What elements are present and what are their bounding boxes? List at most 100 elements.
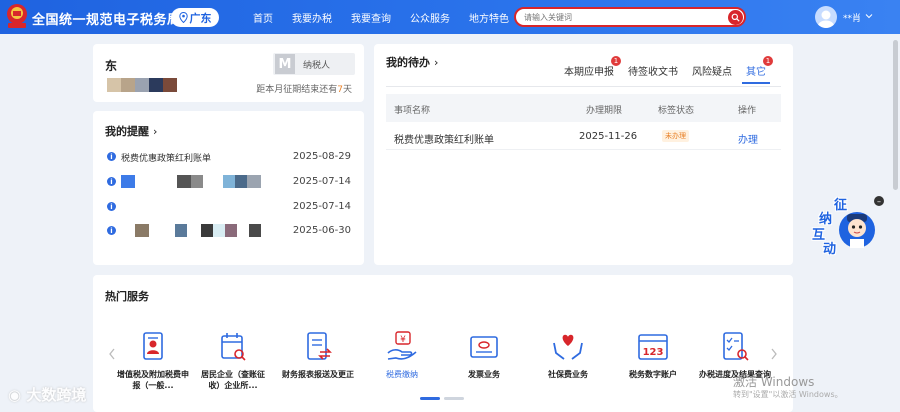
- handle-link[interactable]: 办理: [738, 131, 758, 146]
- svg-text:123: 123: [643, 347, 664, 358]
- page-scrollbar[interactable]: [893, 40, 898, 190]
- reminder-date: 2025-07-14: [292, 176, 351, 187]
- service-social-insurance[interactable]: 社保费业务: [531, 329, 605, 380]
- report-exchange-icon: [307, 332, 332, 360]
- windows-activation-hint: 转到"设置"以激活 Windows。: [733, 390, 843, 399]
- col-deadline: 办理期限: [586, 106, 623, 116]
- col-action: 操作: [738, 106, 757, 116]
- reminder-item[interactable]: i 2025-06-30: [107, 224, 351, 238]
- tab-current-filing[interactable]: 本期应申报 1: [564, 56, 621, 78]
- info-icon: i: [107, 177, 116, 186]
- company-name: 东: [105, 57, 213, 74]
- search-input[interactable]: [524, 11, 714, 24]
- checklist-search-icon: [723, 332, 749, 361]
- chevron-down-icon[interactable]: [865, 12, 873, 20]
- search-icon: [731, 13, 740, 22]
- location-pin-icon: [178, 12, 188, 23]
- my-todo-card: 我的待办 › 本期应申报 1 待签收文书 风险疑点 其它 1 事项名称 办理期限 标签…: [374, 44, 793, 265]
- pager-dot-active[interactable]: [420, 397, 440, 400]
- service-label: 增值税及附加税费申报（一般...: [117, 370, 189, 390]
- todo-tabs: 本期应申报 1 待签收文书 风险疑点 其它 1: [564, 56, 780, 84]
- reminder-date: 2025-07-14: [292, 201, 351, 212]
- hands-heart-icon: [553, 334, 583, 360]
- redacted-reminder-text: [121, 175, 261, 188]
- info-icon: i: [107, 202, 116, 211]
- reminder-item[interactable]: i 2025-07-14: [107, 200, 351, 214]
- notification-badge: 1: [763, 56, 773, 66]
- site-title[interactable]: 全国统一规范电子税务局: [32, 9, 181, 28]
- service-label: 税务数字账户: [629, 370, 677, 379]
- hand-yen-icon: ¥: [387, 331, 417, 360]
- document-person-icon: [143, 332, 163, 360]
- hot-services-card: 热门服务 增值税及附加税费申报（一般... 居民企业（查账征收）企业所... 财…: [93, 275, 793, 412]
- service-corporate-income-tax[interactable]: 居民企业（查账征收）企业所...: [196, 329, 270, 391]
- tab-divider: [386, 86, 781, 87]
- tax-period-countdown: 距本月征期结束还有7天: [256, 85, 352, 95]
- redacted-reminder-text: [121, 224, 261, 237]
- reminder-item[interactable]: i 税费优惠政策红利账单 2025-08-29: [107, 150, 351, 164]
- assistant-char: 动: [823, 242, 837, 257]
- info-icon: i: [107, 152, 116, 161]
- service-label: 社保费业务: [548, 370, 588, 379]
- col-status: 标签状态: [658, 106, 695, 116]
- pager-dot[interactable]: [444, 397, 464, 400]
- windows-activation-title: 激活 Windows: [733, 375, 815, 389]
- watermark-logo-icon: ◉: [8, 386, 27, 404]
- reminder-text: 税费优惠政策红利账单: [121, 154, 212, 164]
- my-reminders-card: 我的提醒 › i 税费优惠政策红利账单 2025-08-29 i 2025-07-…: [93, 111, 364, 265]
- tab-documents-to-sign[interactable]: 待签收文书: [628, 63, 678, 78]
- info-icon: i: [107, 226, 116, 235]
- search-button[interactable]: [728, 10, 743, 25]
- reminder-date: 2025-06-30: [292, 225, 351, 236]
- taxpayer-level-letter: M: [275, 54, 295, 74]
- taxpayer-profile-card: 东 M 纳税人 距本月征期结束还有7天: [93, 44, 364, 102]
- redacted-id-mosaic: [107, 78, 177, 92]
- nav-query[interactable]: 我要查询: [351, 10, 391, 25]
- close-icon[interactable]: –: [874, 196, 884, 206]
- reminder-item[interactable]: i 2025-07-14: [107, 175, 351, 189]
- nav-public-service[interactable]: 公众服务: [410, 10, 450, 25]
- service-financial-statements[interactable]: 财务报表报送及更正: [281, 329, 355, 380]
- tax-emblem-icon: [7, 4, 27, 28]
- status-badge: 未办理: [662, 130, 689, 142]
- tab-other[interactable]: 其它 1: [742, 56, 773, 84]
- table-row: 税费优惠政策红利账单 2025-11-26 未办理 办理: [386, 122, 781, 150]
- region-selector[interactable]: 广东: [171, 8, 219, 27]
- reminders-title[interactable]: 我的提醒 ›: [105, 123, 157, 139]
- service-digital-account[interactable]: 123 税务数字账户: [616, 329, 690, 380]
- nav-local-feature[interactable]: 地方特色: [469, 10, 509, 25]
- search-box: [514, 7, 746, 27]
- nav-home[interactable]: 首页: [253, 10, 273, 25]
- service-tax-payment[interactable]: ¥ 税费缴纳: [365, 329, 439, 380]
- col-item-name: 事项名称: [394, 106, 431, 116]
- user-avatar[interactable]: [815, 6, 837, 28]
- service-vat-filing[interactable]: 增值税及附加税费申报（一般...: [116, 329, 190, 391]
- todo-item-name: 税费优惠政策红利账单: [394, 135, 494, 146]
- tax-assistant-widget[interactable]: – 征 纳 互 动: [812, 196, 884, 258]
- username[interactable]: **肖: [843, 11, 861, 24]
- digital-account-icon: 123: [638, 334, 668, 360]
- service-label: 税费缴纳: [386, 370, 418, 379]
- top-header: 全国统一规范电子税务局 广东 首页 我要办税 我要查询 公众服务 地方特色 **…: [0, 0, 900, 34]
- hot-services-title: 热门服务: [105, 290, 149, 303]
- notification-badge: 1: [611, 56, 621, 66]
- todo-table-header: 事项名称 办理期限 标签状态 操作: [386, 94, 781, 122]
- taxpayer-type-label: 纳税人: [303, 60, 331, 71]
- carousel-pager: [420, 397, 464, 400]
- tab-risk-points[interactable]: 风险疑点: [692, 63, 732, 78]
- service-label: 财务报表报送及更正: [282, 370, 354, 379]
- service-invoice[interactable]: 发票业务: [447, 329, 521, 380]
- main-nav: 首页 我要办税 我要查询 公众服务 地方特色: [253, 0, 528, 34]
- user-avatar-icon: [818, 10, 834, 28]
- assistant-mascot-icon: [839, 212, 875, 248]
- reminder-date: 2025-08-29: [292, 151, 351, 162]
- service-label: 发票业务: [468, 370, 500, 379]
- calendar-search-icon: [221, 333, 246, 361]
- taxpayer-type-badge: M 纳税人: [273, 53, 355, 75]
- todo-deadline: 2025-11-26: [579, 131, 638, 142]
- nav-file-tax[interactable]: 我要办税: [292, 10, 332, 25]
- assistant-char: 征: [834, 198, 848, 213]
- region-label: 广东: [189, 11, 212, 25]
- service-label: 居民企业（查账征收）企业所...: [201, 370, 265, 390]
- todo-title[interactable]: 我的待办 ›: [386, 54, 438, 70]
